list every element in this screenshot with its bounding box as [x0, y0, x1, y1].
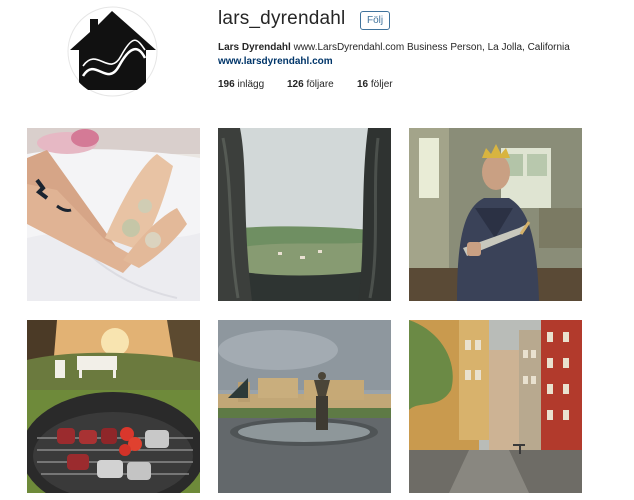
posts-stat: 196 inlägg — [218, 79, 264, 90]
man-with-crown-and-sword-photo — [409, 128, 582, 301]
profile-bio: Lars Dyrendahl www.LarsDyrendahl.com Bus… — [218, 42, 570, 53]
profile-bio-text: www.LarsDyrendahl.com Business Person, L… — [293, 42, 570, 53]
post-tile-narrow-alley[interactable] — [409, 320, 582, 493]
followers-count: 126 — [287, 79, 304, 90]
foggy-valley-view-photo — [218, 128, 391, 301]
post-tile-man-with-crown[interactable] — [409, 128, 582, 301]
post-tile-sunset-garden[interactable] — [27, 320, 200, 493]
post-tile-feet-on-bed[interactable] — [27, 128, 200, 301]
house-logo-icon — [67, 6, 158, 97]
following-count: 16 — [357, 79, 369, 90]
post-tile-foggy-valley[interactable] — [218, 128, 391, 301]
posts-label: inlägg — [237, 79, 265, 90]
post-tile-palace-fountain[interactable] — [218, 320, 391, 493]
narrow-alley-photo — [409, 320, 582, 493]
profile-username: lars_dyrendahl — [218, 8, 346, 29]
following-label: följer — [370, 79, 393, 90]
followers-stat[interactable]: 126 följare — [287, 79, 334, 90]
following-stat[interactable]: 16 följer — [357, 79, 393, 90]
profile-full-name: Lars Dyrendahl — [218, 42, 291, 53]
posts-count: 196 — [218, 79, 235, 90]
profile-website-link[interactable]: www.larsdyrendahl.com — [218, 56, 333, 67]
follow-button[interactable]: Följ — [360, 11, 391, 30]
profile-avatar[interactable] — [67, 6, 158, 97]
sunset-garden-photo — [27, 320, 200, 493]
palace-fountain-photo — [218, 320, 391, 493]
feet-on-bed-photo — [27, 128, 200, 301]
followers-label: följare — [306, 79, 334, 90]
